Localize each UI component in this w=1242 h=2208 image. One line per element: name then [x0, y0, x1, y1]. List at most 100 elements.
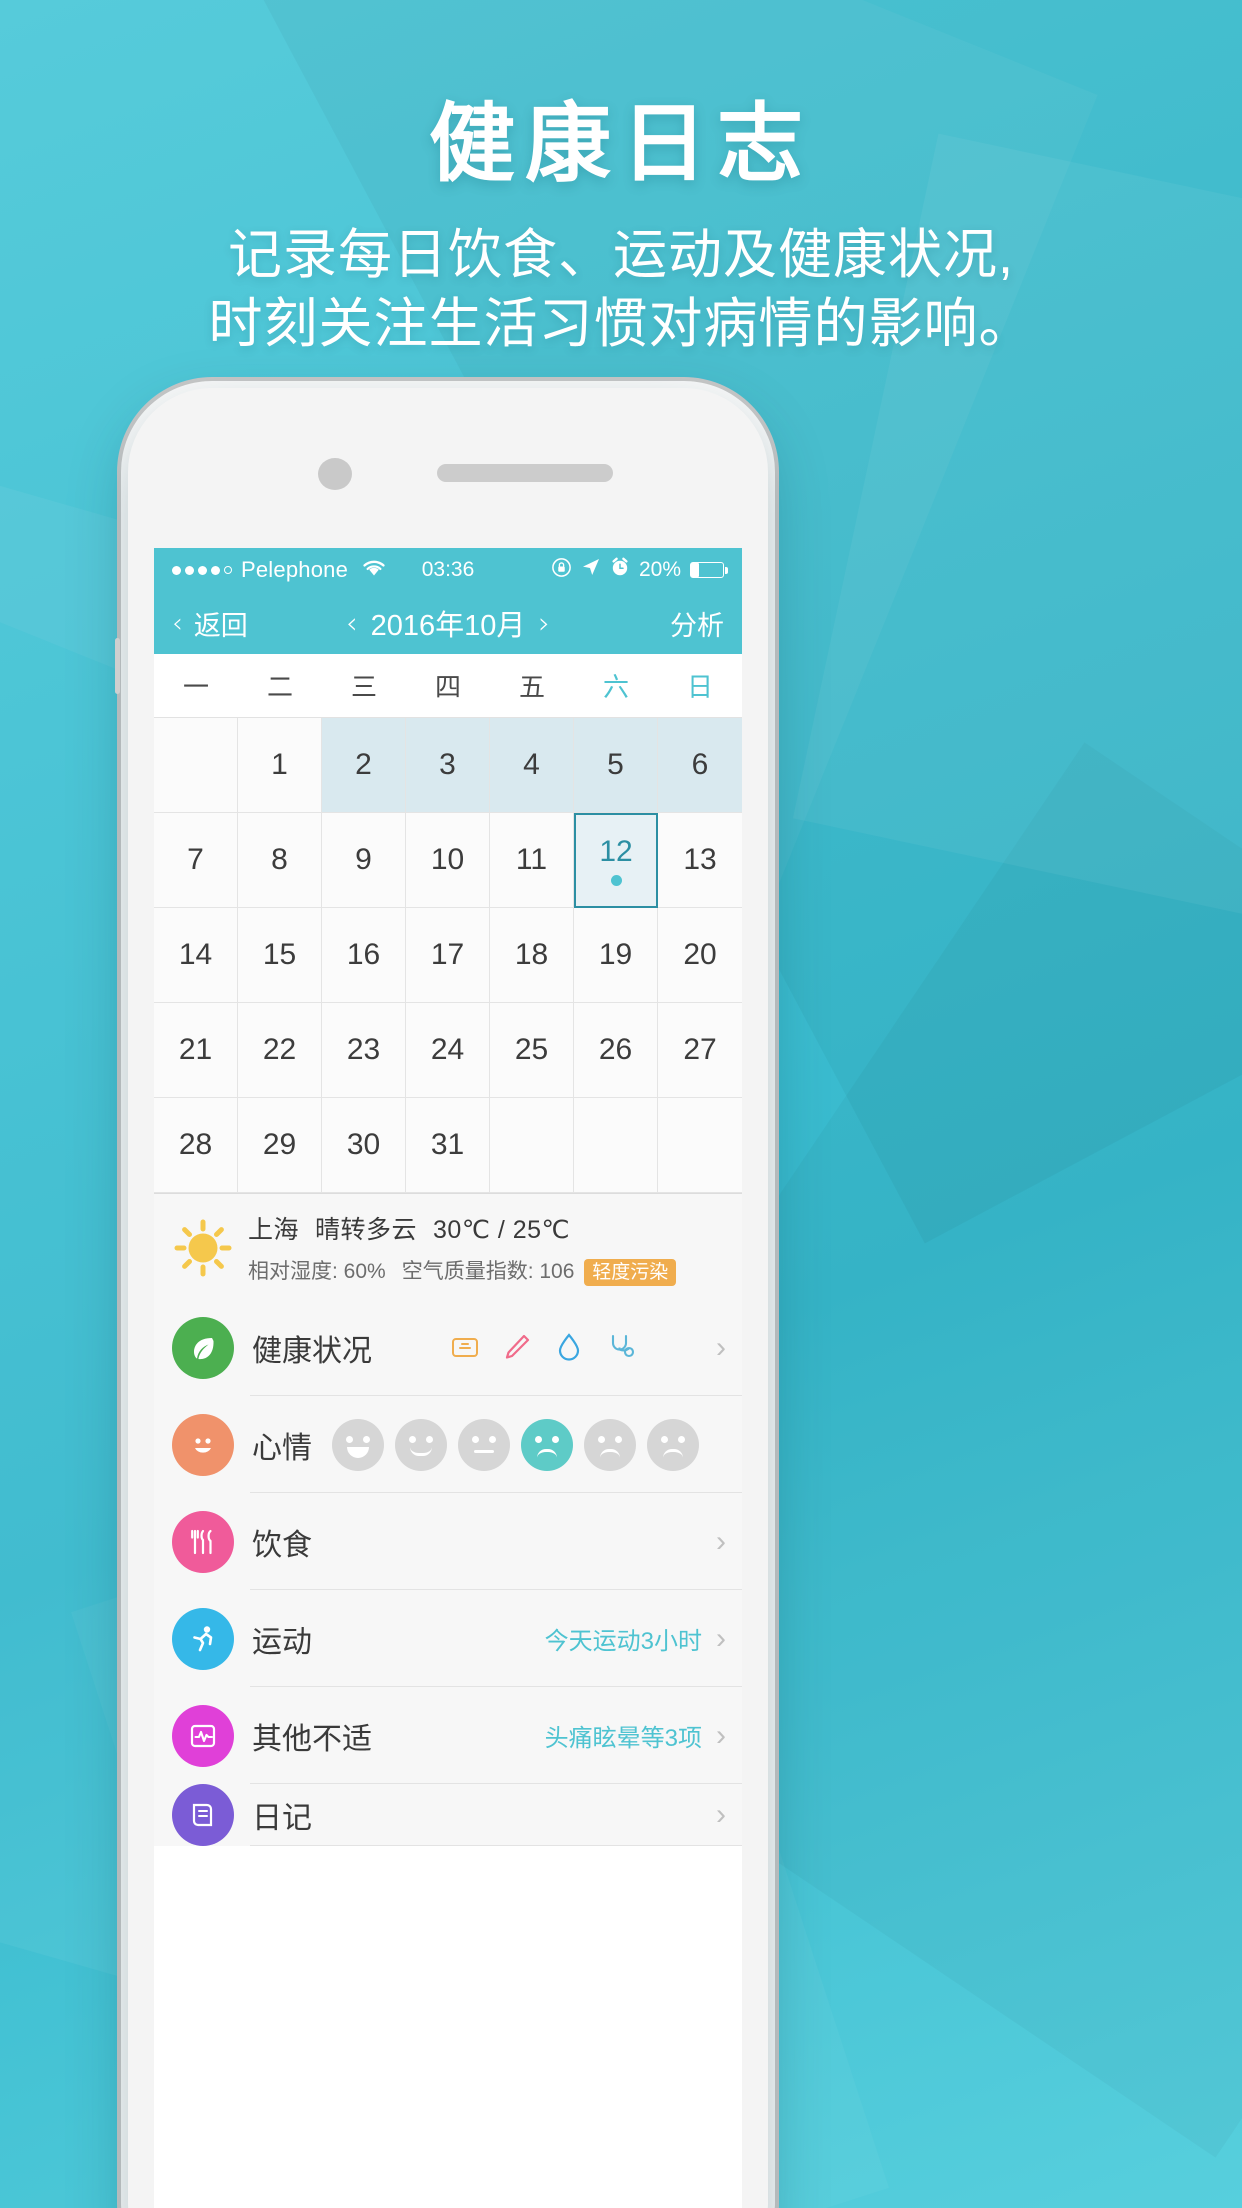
blood-drop-icon[interactable]: [553, 1331, 587, 1365]
list-item-mood[interactable]: 心情: [154, 1396, 742, 1493]
weather-row[interactable]: 上海 晴转多云 30℃ / 25℃ 相对湿度: 60% 空气质量指数: 106 轻度…: [154, 1194, 742, 1299]
calendar-day-2[interactable]: 2: [322, 718, 406, 813]
stethoscope-icon[interactable]: [605, 1331, 639, 1365]
calendar-day-5[interactable]: 5: [574, 718, 658, 813]
daily-log-list: 上海 晴转多云 30℃ / 25℃ 相对湿度: 60% 空气质量指数: 106 轻度…: [154, 1194, 742, 1846]
back-button[interactable]: ‹ 返回: [172, 604, 248, 643]
prev-month-button[interactable]: ‹: [346, 606, 358, 640]
list-item-label: 心情: [252, 1431, 312, 1465]
calendar-day-10[interactable]: 10: [406, 813, 490, 908]
weather-temperature: 30℃ / 25℃: [433, 1216, 571, 1244]
calendar-day-13[interactable]: 13: [658, 813, 742, 908]
weather-text: 上海 晴转多云 30℃ / 25℃ 相对湿度: 60% 空气质量指数: 106 轻度…: [248, 1210, 677, 1286]
calendar-day-label: 30: [346, 1128, 381, 1161]
list-item-value: 头痛眩晕等3项: [544, 1725, 702, 1752]
calendar-day-27[interactable]: 27: [658, 1003, 742, 1098]
leaf-icon: [172, 1316, 234, 1379]
calendar-day-25[interactable]: 25: [490, 1003, 574, 1098]
aqi-label: 空气质量指数: 106: [401, 1260, 575, 1283]
rotation-lock-icon: [551, 557, 572, 584]
mood-face-sad[interactable]: [521, 1418, 573, 1471]
calendar-day-24[interactable]: 24: [406, 1003, 490, 1098]
promo-subtitle-line2: 时刻关注生活习惯对病情的影响。: [208, 293, 1034, 354]
signal-dots-icon: [172, 565, 232, 575]
calendar-day-7[interactable]: 7: [154, 813, 238, 908]
calendar-day-26[interactable]: 26: [574, 1003, 658, 1098]
list-item-label: 日记: [252, 1802, 312, 1835]
mood-face-neutral[interactable]: [458, 1418, 510, 1471]
list-item-diet[interactable]: 饮食 ›: [154, 1493, 742, 1590]
list-item-diary[interactable]: 日记 ›: [154, 1784, 742, 1846]
calendar-day-23[interactable]: 23: [322, 1003, 406, 1098]
calendar-day-19[interactable]: 19: [574, 908, 658, 1003]
calendar-day-label: 25: [514, 1033, 549, 1066]
calendar-day-18[interactable]: 18: [490, 908, 574, 1003]
battery-icon: [690, 562, 728, 578]
weather-primary: 上海 晴转多云 30℃ / 25℃: [248, 1210, 676, 1246]
next-month-button[interactable]: ›: [538, 606, 550, 640]
calendar-day-label: 14: [178, 938, 213, 971]
calendar-day-label: 1: [271, 748, 288, 781]
calendar-day-11[interactable]: 11: [490, 813, 574, 908]
list-item-exercise[interactable]: 运动 今天运动3小时 ›: [154, 1590, 742, 1687]
calendar-day-1[interactable]: 1: [238, 718, 322, 813]
phone-mockup: Pelephone 03:36 20% ‹ 返回 ‹ 2016年10月 › 分析…: [115, 388, 768, 2208]
calendar-day-6[interactable]: 6: [658, 718, 742, 813]
calendar-day-14[interactable]: 14: [154, 908, 238, 1003]
calendar-day-3[interactable]: 3: [406, 718, 490, 813]
calendar-day-label: 24: [430, 1033, 465, 1066]
calendar-day-16[interactable]: 16: [322, 908, 406, 1003]
calendar-day-28[interactable]: 28: [154, 1098, 238, 1193]
calendar-day-22[interactable]: 22: [238, 1003, 322, 1098]
weather-condition: 晴转多云: [315, 1216, 418, 1244]
weather-city: 上海: [248, 1216, 300, 1244]
calendar-day-label: 27: [683, 1033, 717, 1066]
calendar-day-label: 2: [355, 748, 372, 781]
list-item-other-discomfort[interactable]: 其他不适 头痛眩晕等3项 ›: [154, 1687, 742, 1784]
calendar-cell-empty: [154, 718, 238, 813]
calendar-day-4[interactable]: 4: [490, 718, 574, 813]
calendar-day-29[interactable]: 29: [238, 1098, 322, 1193]
list-item-trailing: 头痛眩晕等3项 ›: [545, 1718, 726, 1753]
calendar-day-label: 23: [346, 1033, 381, 1066]
phone-screen: Pelephone 03:36 20% ‹ 返回 ‹ 2016年10月 › 分析…: [154, 548, 742, 2208]
calendar-day-31[interactable]: 31: [406, 1098, 490, 1193]
wifi-icon: [361, 557, 387, 583]
calendar-day-15[interactable]: 15: [238, 908, 322, 1003]
promo-headline: 健康日志 记录每日饮食、运动及健康状况, 时刻关注生活习惯对病情的影响。: [0, 98, 1242, 359]
nav-bar: ‹ 返回 ‹ 2016年10月 › 分析: [154, 592, 742, 654]
mood-face-smile[interactable]: [395, 1418, 447, 1471]
analysis-button[interactable]: 分析: [670, 604, 724, 643]
calendar-day-9[interactable]: 9: [322, 813, 406, 908]
calendar-day-label: 9: [355, 843, 372, 876]
page-title: 健康日志: [429, 96, 813, 192]
calendar-grid: 1 2 3 4 5 6 7 8 9 10 11 12 13 14 15 16 17 18 19 20 21 22 23 24 2…: [154, 718, 742, 1193]
calendar-day-label: 6: [691, 748, 709, 781]
thermometer-icon[interactable]: [501, 1331, 535, 1365]
calendar-day-label: 10: [430, 843, 465, 876]
calendar-day-8[interactable]: 8: [238, 813, 322, 908]
promo-subtitle: 记录每日饮食、运动及健康状况, 时刻关注生活习惯对病情的影响。: [0, 221, 1242, 359]
list-item-health-status[interactable]: 健康状况 ›: [154, 1299, 742, 1396]
mood-face-cry[interactable]: [647, 1418, 699, 1471]
calendar-day-label: 26: [598, 1033, 633, 1066]
calendar-day-label: 29: [262, 1128, 297, 1161]
status-bar-right: 20%: [551, 557, 728, 584]
calendar-day-label: 18: [514, 938, 549, 971]
calendar-day-label: 28: [178, 1128, 213, 1161]
calendar-day-17[interactable]: 17: [406, 908, 490, 1003]
mood-face-upset[interactable]: [584, 1418, 636, 1471]
calendar-day-label: 7: [187, 843, 204, 876]
book-icon: [172, 1784, 234, 1846]
list-item-label: 其他不适: [252, 1722, 372, 1756]
chevron-right-icon: ›: [716, 1330, 726, 1364]
calendar-day-30[interactable]: 30: [322, 1098, 406, 1193]
scale-icon[interactable]: [449, 1331, 483, 1365]
mood-face-grin[interactable]: [332, 1418, 384, 1471]
runner-icon: [172, 1607, 234, 1670]
calendar-day-21[interactable]: 21: [154, 1003, 238, 1098]
calendar-day-12[interactable]: 12: [574, 813, 658, 908]
earpiece-speaker: [437, 464, 613, 482]
calendar-day-20[interactable]: 20: [658, 908, 742, 1003]
weather-secondary: 相对湿度: 60% 空气质量指数: 106 轻度污染: [248, 1255, 677, 1286]
